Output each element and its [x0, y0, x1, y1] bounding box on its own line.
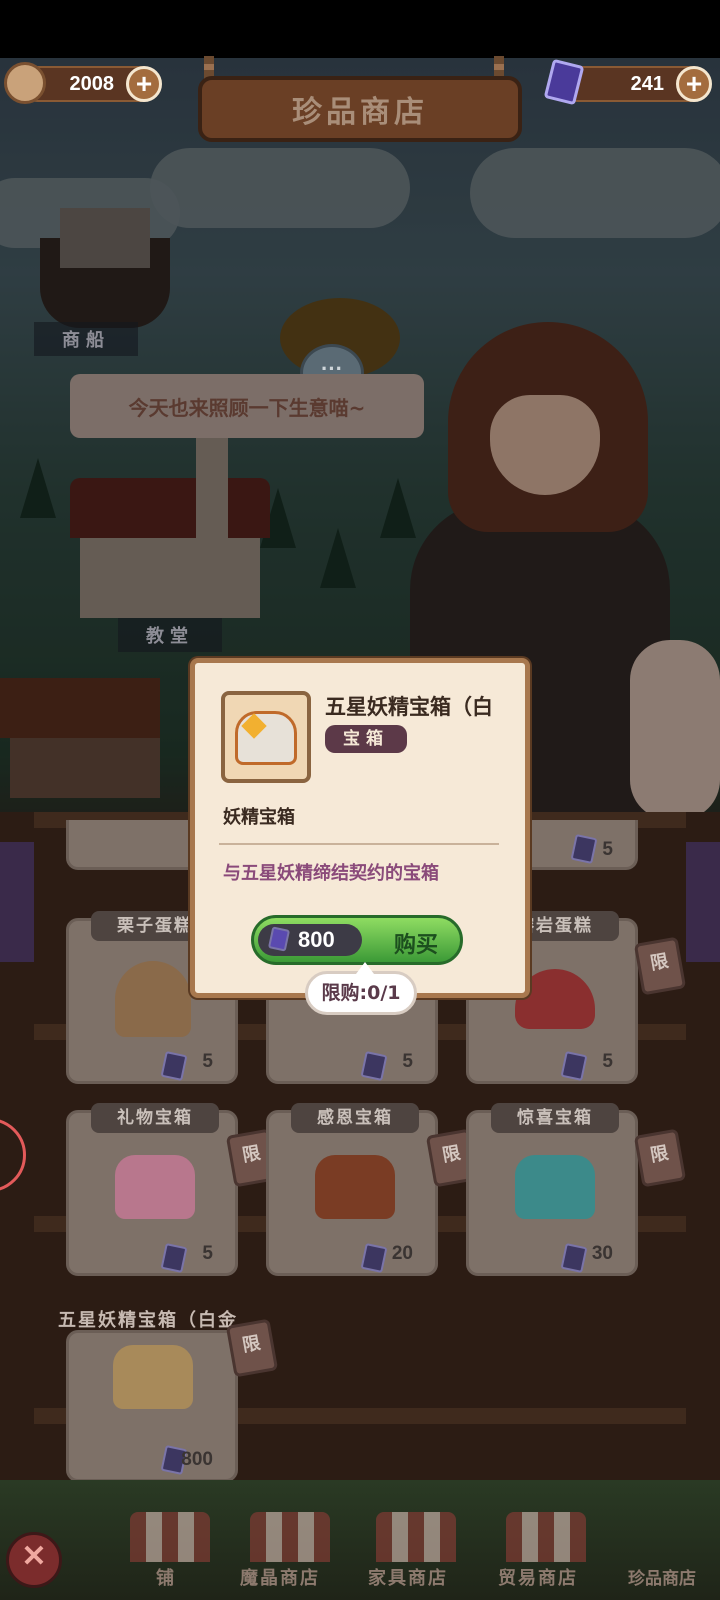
- item-price: 5: [202, 1051, 213, 1072]
- stall-icon: [250, 1512, 330, 1562]
- place-label-ship[interactable]: 商船: [34, 322, 138, 356]
- item-price: 20: [391, 1243, 413, 1264]
- add-gem-button[interactable]: +: [676, 66, 712, 102]
- shop-item-card[interactable]: 800: [66, 1330, 238, 1482]
- item-name: 礼物宝箱: [91, 1103, 219, 1133]
- stall-icon: [376, 1512, 456, 1562]
- five-star-fairy-chest-image: [113, 1345, 193, 1409]
- shop-item-card[interactable]: 感恩宝箱 20: [266, 1103, 438, 1276]
- nav-tab-trade-shop[interactable]: 贸易商店: [498, 1564, 578, 1590]
- bottom-nav: [0, 1480, 720, 1600]
- shop-item-card[interactable]: 礼物宝箱 5: [66, 1103, 238, 1276]
- banner-right: [686, 842, 720, 962]
- shop-item-card[interactable]: 惊喜宝箱 30: [466, 1103, 638, 1276]
- gem-icon: [160, 1242, 188, 1274]
- item-icon-frame: [221, 691, 311, 783]
- close-button[interactable]: ✕: [6, 1532, 62, 1588]
- chestnut-cake-image: [115, 961, 191, 1037]
- item-price: 800: [181, 1449, 213, 1470]
- popup-category-badge: 宝箱: [325, 725, 407, 753]
- gem-icon: [267, 926, 291, 952]
- item-price: 5: [602, 839, 613, 860]
- stall-icon: [506, 1512, 586, 1562]
- gem-icon: [360, 1050, 388, 1082]
- buy-button[interactable]: 800 购买: [251, 915, 463, 965]
- shopkeeper-arm: [630, 640, 720, 820]
- nav-tab-magic-crystal-shop[interactable]: 魔晶商店: [240, 1564, 320, 1590]
- popup-item-description: 与五星妖精缔结契约的宝箱: [223, 863, 439, 884]
- buy-label: 购买: [394, 933, 439, 958]
- popup-item-title: 五星妖精宝箱（白: [325, 695, 493, 719]
- item-detail-popup: 五星妖精宝箱（白 宝箱 妖精宝箱 与五星妖精缔结契约的宝箱 800 购买 限购:…: [190, 658, 530, 1015]
- item-price: 5: [602, 1051, 613, 1072]
- gem-icon: [570, 833, 598, 865]
- add-cookie-button[interactable]: +: [126, 66, 162, 102]
- divider: [219, 843, 499, 845]
- gem-icon: [360, 1242, 388, 1274]
- fairy-chest-icon: [235, 711, 297, 765]
- gem-amount: 241: [630, 72, 664, 95]
- buy-price: 800: [298, 927, 335, 952]
- item-price: 5: [402, 1051, 413, 1072]
- item-name: 惊喜宝箱: [491, 1103, 619, 1133]
- banner-left: [0, 842, 34, 962]
- item-price: 5: [202, 1243, 213, 1264]
- surprise-chest-image: [515, 1155, 595, 1219]
- gratitude-chest-image: [315, 1155, 395, 1219]
- item-name: 五星妖精宝箱（白金: [58, 1310, 238, 1331]
- gem-icon: [560, 1050, 588, 1082]
- stall-icon: [130, 1512, 210, 1562]
- purchase-limit: 限购:0/1: [305, 962, 417, 1015]
- popup-item-type: 妖精宝箱: [223, 807, 295, 828]
- gem-icon: [160, 1050, 188, 1082]
- nav-tab-shop[interactable]: 铺: [156, 1564, 176, 1590]
- gem-icon: [560, 1242, 588, 1274]
- shopkeeper-speech: 今天也来照顾一下生意喵~: [70, 374, 424, 438]
- limited-tag: 限: [225, 1318, 279, 1378]
- shop-title: 珍品商店: [198, 76, 522, 142]
- limited-tag: 限: [633, 1128, 687, 1188]
- gift-chest-image: [115, 1155, 195, 1219]
- price-pill: 800: [258, 924, 362, 956]
- item-price: 30: [591, 1243, 613, 1264]
- limited-tag: 限: [633, 936, 687, 996]
- cookie-icon: [4, 62, 46, 104]
- cookie-amount: 2008: [69, 72, 115, 95]
- place-label-church[interactable]: 教堂: [118, 618, 222, 652]
- item-name: 感恩宝箱: [291, 1103, 419, 1133]
- nav-tab-furniture-shop[interactable]: 家具商店: [368, 1564, 448, 1590]
- nav-tab-treasure-shop[interactable]: 珍品商店: [628, 1564, 696, 1589]
